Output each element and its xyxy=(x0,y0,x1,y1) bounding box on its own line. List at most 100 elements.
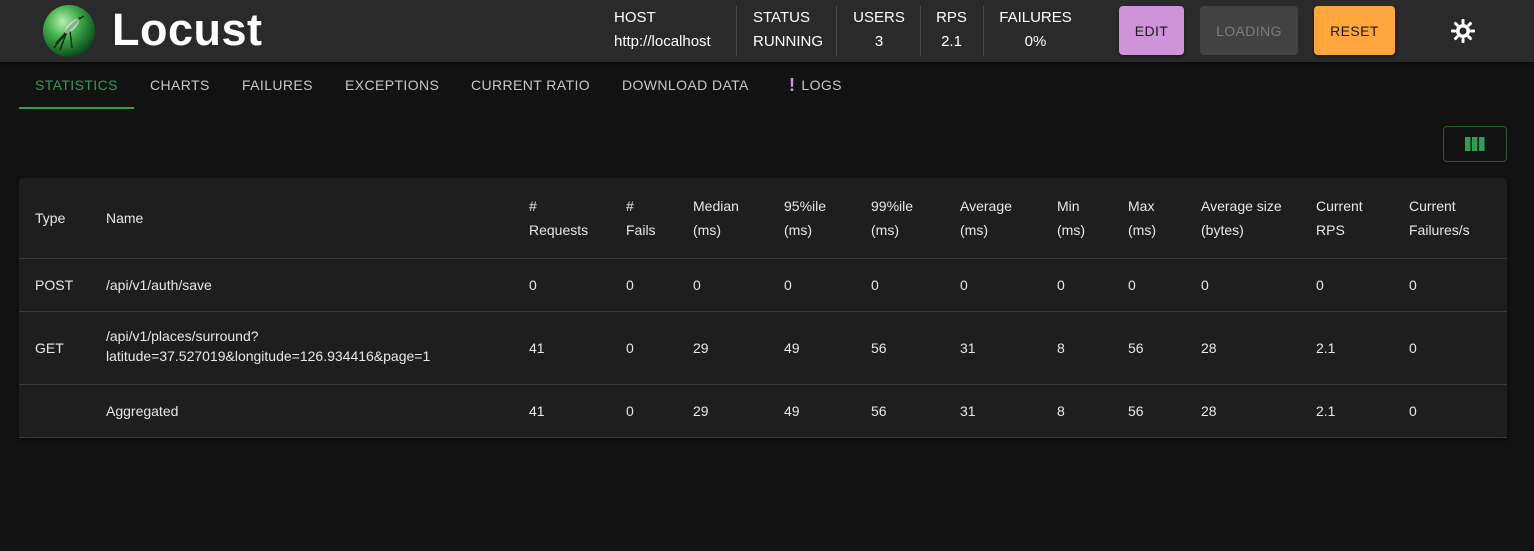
header-requests-line1: # xyxy=(529,198,537,214)
stat-failures: FAILURES 0% xyxy=(999,6,1072,56)
cell-average-size: 28 xyxy=(1201,340,1217,356)
stat-rps-label: RPS xyxy=(936,9,967,26)
stat-failures-value: 0% xyxy=(1024,33,1047,50)
cell-min: 0 xyxy=(1057,277,1065,293)
cell-min: 8 xyxy=(1057,403,1065,419)
tab-logs[interactable]: ! LOGS xyxy=(789,70,842,100)
cell-median: 0 xyxy=(693,277,701,293)
cell-p95: 0 xyxy=(784,277,792,293)
stat-status: STATUS RUNNING xyxy=(753,6,823,56)
header-current-rps-line1: Current xyxy=(1316,198,1363,214)
cell-p99: 56 xyxy=(871,340,887,356)
cell-requests: 41 xyxy=(529,403,545,419)
tab-current-ratio[interactable]: CURRENT RATIO xyxy=(471,70,590,100)
edit-button[interactable]: EDIT xyxy=(1119,6,1184,55)
header-average-size[interactable]: Average size (bytes) xyxy=(1201,194,1282,242)
stat-users-value: 3 xyxy=(874,33,884,50)
top-app-bar: Locust HOST http://localhost STATUS RUNN… xyxy=(0,0,1534,62)
row-divider xyxy=(19,437,1507,438)
header-p95[interactable]: 95%ile (ms) xyxy=(784,194,826,242)
cell-name-line2: latitude=37.527019&longitude=126.934416&… xyxy=(106,348,431,364)
header-current-failures-line2: Failures/s xyxy=(1409,222,1470,238)
stat-divider xyxy=(736,6,737,56)
column-selector-button[interactable] xyxy=(1443,126,1507,162)
stat-users: USERS 3 xyxy=(853,6,905,56)
header-median[interactable]: Median (ms) xyxy=(693,194,739,242)
locust-logo-icon xyxy=(43,5,95,57)
tab-statistics[interactable]: STATISTICS xyxy=(35,70,118,100)
cell-average: 31 xyxy=(960,340,976,356)
row-divider xyxy=(19,258,1507,259)
header-min[interactable]: Min (ms) xyxy=(1057,194,1085,242)
statistics-table: Type Name # Requests # Fails Median (ms) 95… xyxy=(19,178,1507,438)
stat-rps: RPS 2.1 xyxy=(935,6,968,56)
cell-name: Aggregated xyxy=(106,403,179,419)
row-divider xyxy=(19,384,1507,385)
tab-failures[interactable]: FAILURES xyxy=(242,70,313,100)
stat-divider xyxy=(920,6,921,56)
header-average-size-line2: (bytes) xyxy=(1201,222,1244,238)
cell-requests: 0 xyxy=(529,277,537,293)
tab-exceptions[interactable]: EXCEPTIONS xyxy=(345,70,439,100)
cell-average-size: 0 xyxy=(1201,277,1209,293)
header-p99[interactable]: 99%ile (ms) xyxy=(871,194,913,242)
cell-max: 56 xyxy=(1128,340,1144,356)
cell-average: 0 xyxy=(960,277,968,293)
header-current-rps[interactable]: Current RPS xyxy=(1316,194,1363,242)
cell-fails: 0 xyxy=(626,403,634,419)
sun-icon[interactable] xyxy=(1446,14,1480,48)
header-median-line1: Median xyxy=(693,198,739,214)
header-average-line1: Average xyxy=(960,198,1012,214)
header-name[interactable]: Name xyxy=(106,206,143,230)
header-current-failures-line1: Current xyxy=(1409,198,1456,214)
tab-charts[interactable]: CHARTS xyxy=(150,70,210,100)
cell-requests: 41 xyxy=(529,340,545,356)
header-requests[interactable]: # Requests xyxy=(529,194,588,242)
header-type[interactable]: Type xyxy=(35,206,65,230)
cell-p95: 49 xyxy=(784,403,800,419)
app-title: Locust xyxy=(112,4,263,55)
header-requests-line2: Requests xyxy=(529,222,589,238)
stat-failures-label: FAILURES xyxy=(999,9,1072,26)
tab-download-data[interactable]: DOWNLOAD DATA xyxy=(622,70,749,100)
cell-max: 56 xyxy=(1128,403,1144,419)
cell-current-rps: 2.1 xyxy=(1316,403,1336,419)
loading-button[interactable]: LOADING xyxy=(1200,6,1298,55)
warning-icon: ! xyxy=(789,75,796,95)
stat-users-label: USERS xyxy=(853,9,905,26)
header-max-line2: (ms) xyxy=(1128,222,1156,238)
active-tab-indicator xyxy=(19,107,134,109)
header-current-rps-line2: RPS xyxy=(1316,222,1345,238)
header-average[interactable]: Average (ms) xyxy=(960,194,1012,242)
cell-name: /api/v1/auth/save xyxy=(106,277,212,293)
reset-button[interactable]: RESET xyxy=(1314,6,1395,55)
cell-median: 29 xyxy=(693,340,709,356)
cell-p99: 0 xyxy=(871,277,879,293)
cell-current-failures: 0 xyxy=(1409,277,1417,293)
cell-current-failures: 0 xyxy=(1409,403,1417,419)
cell-p99: 56 xyxy=(871,403,887,419)
stat-rps-value: 2.1 xyxy=(941,33,962,50)
cell-average-size: 28 xyxy=(1201,403,1217,419)
cell-fails: 0 xyxy=(626,277,634,293)
header-fails[interactable]: # Fails xyxy=(626,194,656,242)
cell-type: GET xyxy=(35,340,64,356)
header-average-line2: (ms) xyxy=(960,222,988,238)
stat-status-label: STATUS xyxy=(753,9,810,26)
cell-max: 0 xyxy=(1128,277,1136,293)
header-fails-line1: # xyxy=(626,198,634,214)
header-p99-line1: 99%ile xyxy=(871,198,914,214)
cell-name-line1: /api/v1/places/surround? xyxy=(106,328,259,344)
row-divider xyxy=(19,311,1507,312)
stat-host-value: http://localhost xyxy=(614,33,711,50)
cell-name: /api/v1/places/surround? latitude=37.5270… xyxy=(106,326,430,366)
stat-divider xyxy=(836,6,837,56)
header-average-size-line1: Average size xyxy=(1201,198,1282,214)
header-current-failures[interactable]: Current Failures/s xyxy=(1409,194,1470,242)
header-min-line2: (ms) xyxy=(1057,222,1085,238)
stat-host-label: HOST xyxy=(614,9,656,26)
header-max-line1: Max xyxy=(1128,198,1155,214)
header-p95-line1: 95%ile xyxy=(784,198,827,214)
header-max[interactable]: Max (ms) xyxy=(1128,194,1156,242)
header-p99-line2: (ms) xyxy=(871,222,899,238)
